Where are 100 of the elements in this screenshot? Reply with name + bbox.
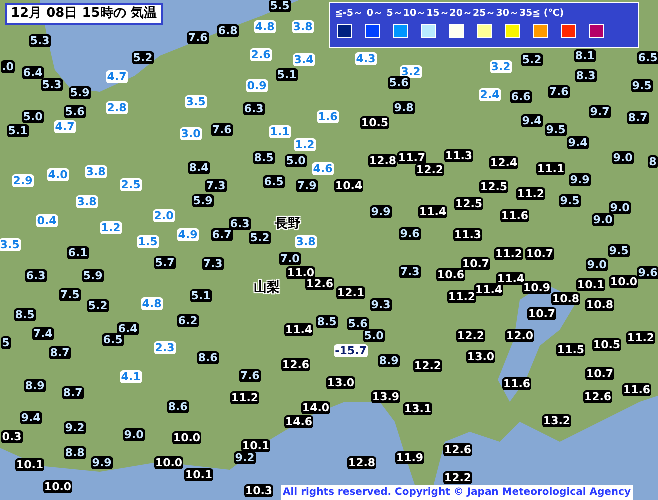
temperature-label: 9.0 [586,258,608,272]
temperature-label: 11.3 [453,228,483,242]
temperature-label: 11.1 [536,162,566,176]
temperature-label: 2.8 [106,102,128,114]
temperature-label: 2.4 [479,88,501,102]
temperature-label: 11.6 [622,384,652,396]
temperature-label: 12.4 [489,156,519,170]
temperature-label: 12.2 [456,330,486,342]
temperature-label: 2.9 [12,174,34,188]
temperature-label: 8.9 [24,380,46,392]
temperature-label: 8.3 [575,70,597,82]
temperature-label: 10.4 [334,180,364,192]
temperature-label: 5.5 [269,0,291,12]
temperature-label: 10.5 [360,116,390,130]
temperature-label: 4.1 [120,370,142,384]
temperature-label: 9.0 [612,152,634,164]
temperature-label: 10.7 [525,248,555,260]
temperature-label: 5.6 [388,76,410,90]
temperature-label: 3.5 [0,238,21,252]
temperature-label: 1.1 [269,126,291,138]
temperature-label: 5.1 [190,290,212,302]
temperature-label: 3.8 [295,236,317,248]
temperature-label: 14.6 [284,416,314,428]
temperature-label: 11.6 [500,210,530,222]
temperature-label: 8 [648,156,658,168]
temperature-label: 9.9 [91,456,113,470]
temperature-label: 10.6 [436,268,466,282]
temperature-label: 10.8 [585,298,615,312]
temperature-label: 4.6 [312,162,334,176]
temperature-label: 7.3 [202,258,224,270]
temperature-label: 11.4 [496,272,526,286]
temperature-label: 6.4 [22,66,44,80]
temperature-label: 9.6 [399,228,421,240]
temperature-label: 5.6 [347,318,369,330]
temperature-label: 2.6 [250,48,272,62]
temperature-label: 12.2 [443,472,473,484]
temperature-label: 2.0 [153,210,175,222]
temperature-label: 4.0 [47,168,69,182]
temperature-label: 4.9 [177,228,199,242]
temperature-label: 9.3 [370,298,392,312]
temperature-label: 8.9 [378,354,400,368]
temperature-label: 7.6 [187,32,209,44]
temperature-label: 7.3 [399,266,421,278]
temperature-label: 9.0 [592,214,614,226]
temperature-label: 7.6 [548,86,570,98]
temperature-label: 9.5 [545,124,567,136]
temperature-label: 13.2 [542,414,572,428]
temperature-label: 6.8 [217,24,239,38]
temperature-label: 8.7 [627,112,649,124]
temperature-label: 9.8 [393,102,415,114]
temperature-label: 5.3 [41,78,63,92]
temperature-label: 4.3 [355,52,377,66]
temperature-label: 5.7 [154,256,176,270]
temperature-label: -15.7 [334,344,368,358]
temperature-label: 11.4 [418,206,448,218]
temperature-label: 5.1 [7,124,29,138]
temperature-label: 8.5 [14,308,36,322]
temperature-label: 0.4 [36,214,58,228]
temperature-label: 4.8 [141,298,163,310]
temperature-label: 9.0 [609,202,631,214]
temperature-label: 3.0 [180,128,202,140]
temperature-label: 14.0 [301,402,331,414]
temperature-label: 11.2 [447,290,477,304]
temperature-label: 9.4 [521,114,543,128]
temperature-label: 3.8 [292,20,314,34]
temperature-label: 12.2 [415,164,445,176]
temperature-label: 6.3 [229,218,251,230]
temperature-label: 5.2 [132,52,154,64]
temperature-label: 6.6 [510,90,532,104]
temperature-label: 5.0 [285,154,307,168]
temperature-label: 11.4 [284,324,314,336]
temperature-label: 11.2 [230,392,260,404]
temperature-label: 9.5 [608,244,630,258]
temperature-label: 12.6 [281,358,311,372]
temperature-label: 4.8 [254,20,276,34]
temperature-label: 10.3 [244,484,274,498]
temperature-label: 9.0 [123,428,145,442]
temperature-label: 12.6 [305,278,335,290]
temperature-label: 10.8 [551,292,581,306]
temperature-label: 1.5 [137,236,159,248]
temperature-label: 12.6 [443,444,473,456]
temperature-label: 1.6 [317,110,339,124]
temperature-label: 5.0 [363,330,385,342]
temperature-label: 12.5 [454,198,484,210]
temperature-label: 6.1 [67,246,89,260]
temperature-label: 0.9 [246,80,268,92]
temperature-label: 10.7 [461,258,491,270]
temperature-label: 6.3 [25,270,47,282]
temperature-label: 11.3 [444,150,474,162]
temperature-label: 7.9 [296,180,318,192]
temperature-label: 10.1 [184,468,214,482]
temperature-label: 6.5 [102,334,124,346]
temperature-label: 4.7 [54,120,76,134]
temperature-label: 5.9 [69,86,91,100]
temperature-label: 6.2 [177,314,199,328]
temperature-label: 8.7 [62,386,84,400]
temperature-label: 5 [1,336,11,350]
temperature-label: 8.5 [316,316,338,328]
temperature-label: 11.9 [395,452,425,464]
temperature-label: 5.6 [64,106,86,118]
